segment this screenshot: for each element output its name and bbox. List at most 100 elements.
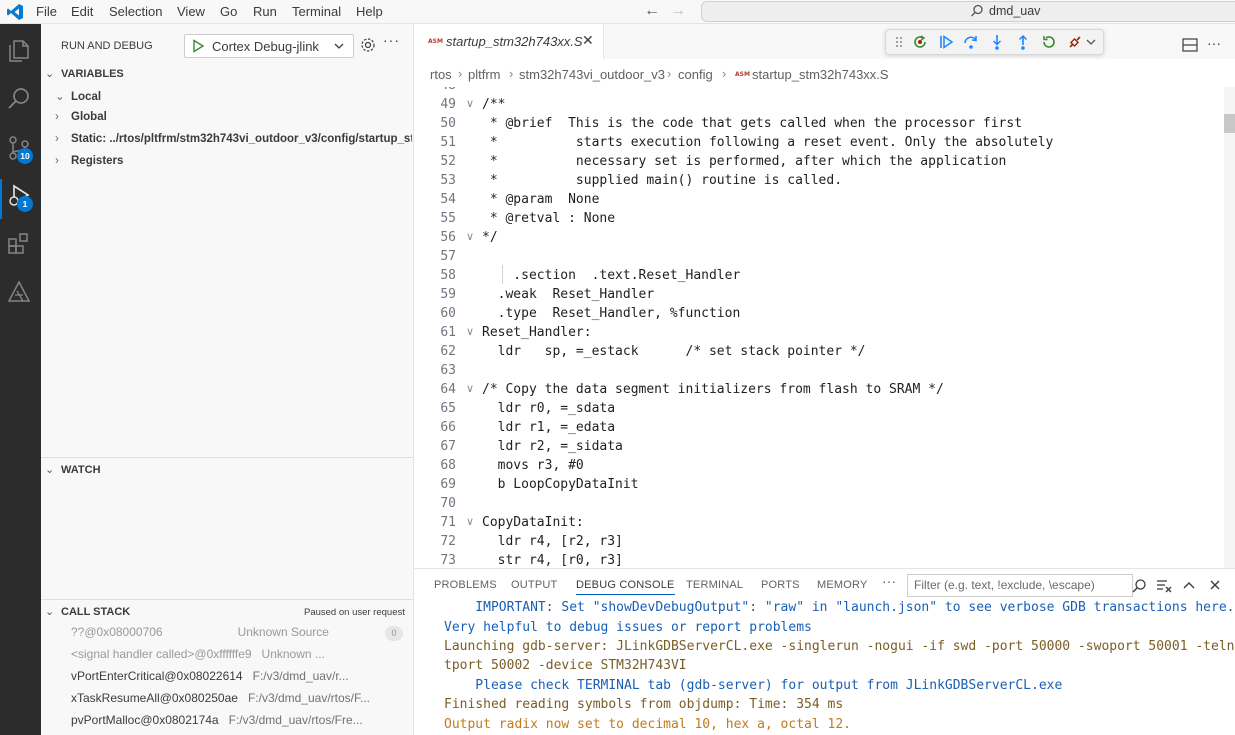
code-line[interactable]: 63 bbox=[414, 363, 1235, 382]
fold-chevron-icon[interactable]: ∨ bbox=[466, 382, 474, 395]
variables-scope-global[interactable]: › Global bbox=[55, 111, 107, 123]
more-actions-icon[interactable]: ··· bbox=[1207, 35, 1221, 51]
search-icon[interactable] bbox=[5, 85, 33, 113]
fold-chevron-icon[interactable]: ∨ bbox=[466, 325, 474, 338]
menu-edit[interactable]: Edit bbox=[71, 4, 93, 19]
code-line[interactable]: 50 * @brief This is the code that gets c… bbox=[414, 116, 1235, 135]
code-line[interactable]: 68 movs r3, #0 bbox=[414, 458, 1235, 477]
code-line[interactable]: 60 .type Reset_Handler, %function bbox=[414, 306, 1235, 325]
scrollbar-thumb[interactable] bbox=[1224, 114, 1235, 133]
tab-ports[interactable]: PORTS bbox=[761, 579, 800, 591]
watch-section-header[interactable]: ⌄ WATCH bbox=[45, 463, 101, 476]
title-bar: File Edit Selection View Go Run Terminal… bbox=[0, 0, 1235, 24]
more-tabs-icon[interactable]: ··· bbox=[882, 573, 896, 589]
menu-view[interactable]: View bbox=[177, 4, 205, 19]
command-center-search[interactable]: dmd_uav bbox=[701, 1, 1235, 22]
code-line[interactable]: 57 bbox=[414, 249, 1235, 268]
code-line[interactable]: 48 bbox=[414, 87, 1235, 97]
editor-tab-startup[interactable]: ASM startup_stm32h743xx.S ✕ bbox=[414, 24, 604, 59]
step-out-icon[interactable] bbox=[1015, 34, 1031, 50]
stack-frame[interactable]: pvPortMalloc@0x0802174a F:/v3/dmd_uav/rto… bbox=[71, 713, 411, 727]
code-line[interactable]: 54 * @param None bbox=[414, 192, 1235, 211]
extensions-icon[interactable] bbox=[5, 230, 33, 258]
variables-scope-local[interactable]: ⌄ Local bbox=[55, 89, 101, 103]
close-icon[interactable]: ✕ bbox=[582, 32, 594, 49]
menu-help[interactable]: Help bbox=[356, 4, 383, 19]
fold-chevron-icon[interactable]: ∨ bbox=[466, 230, 474, 243]
fold-chevron-icon[interactable]: ∨ bbox=[466, 515, 474, 528]
debug-configuration-select[interactable]: Cortex Debug-jlink bbox=[184, 34, 354, 58]
start-debugging-icon[interactable] bbox=[191, 39, 205, 53]
menu-selection[interactable]: Selection bbox=[109, 4, 162, 19]
code-line[interactable]: 55 * @retval : None bbox=[414, 211, 1235, 230]
drag-handle-icon[interactable] bbox=[894, 34, 904, 50]
clear-console-icon[interactable] bbox=[1156, 578, 1172, 594]
code-line[interactable]: 58 .section .text.Reset_Handler bbox=[414, 268, 1235, 287]
breadcrumb-item[interactable]: pltfrm bbox=[468, 67, 501, 82]
variables-scope-registers[interactable]: › Registers bbox=[55, 155, 123, 167]
breadcrumb-item[interactable]: config bbox=[678, 67, 713, 82]
menu-go[interactable]: Go bbox=[220, 4, 237, 19]
restart-icon[interactable] bbox=[1041, 34, 1057, 50]
code-line[interactable]: 72 ldr r4, [r2, r3] bbox=[414, 534, 1235, 553]
fold-chevron-icon[interactable]: ∨ bbox=[466, 97, 474, 110]
forward-arrow-icon[interactable]: → bbox=[670, 2, 686, 20]
code-line[interactable]: 52 * necessary set is performed, after w… bbox=[414, 154, 1235, 173]
code-line[interactable]: 59 .weak Reset_Handler bbox=[414, 287, 1235, 306]
code-line[interactable]: 62 ldr sp, =_estack /* set stack pointer… bbox=[414, 344, 1235, 363]
tab-problems[interactable]: PROBLEMS bbox=[434, 579, 497, 591]
code-line[interactable]: 70 bbox=[414, 496, 1235, 515]
more-actions-icon[interactable]: ··· bbox=[383, 32, 400, 48]
maximize-panel-icon[interactable] bbox=[1182, 578, 1196, 592]
step-into-icon[interactable] bbox=[989, 34, 1005, 50]
tab-debug-console[interactable]: DEBUG CONSOLE bbox=[576, 579, 675, 595]
split-editor-icon[interactable] bbox=[1182, 38, 1198, 52]
menu-file[interactable]: File bbox=[36, 4, 57, 19]
code-line[interactable]: 67 ldr r2, =_sidata bbox=[414, 439, 1235, 458]
chevron-down-icon[interactable] bbox=[1086, 34, 1096, 50]
close-icon[interactable] bbox=[1208, 578, 1222, 592]
asm-file-icon: ASM bbox=[428, 38, 443, 45]
code-line[interactable]: 66 ldr r1, =_edata bbox=[414, 420, 1235, 439]
search-icon[interactable] bbox=[1131, 578, 1147, 594]
menu-terminal[interactable]: Terminal bbox=[292, 4, 341, 19]
disconnect-icon[interactable] bbox=[1067, 34, 1083, 50]
reset-device-icon[interactable] bbox=[912, 34, 928, 50]
tools-icon[interactable] bbox=[5, 278, 33, 306]
stack-frame[interactable]: <signal handler called>@0xffffffe9 Unknow… bbox=[71, 647, 411, 661]
step-over-icon[interactable] bbox=[963, 34, 979, 50]
tab-terminal[interactable]: TERMINAL bbox=[686, 579, 743, 591]
continue-icon[interactable] bbox=[938, 34, 954, 50]
console-filter-field[interactable] bbox=[907, 574, 1134, 597]
explorer-icon[interactable] bbox=[5, 36, 33, 64]
code-line[interactable]: 49 ∨ /** bbox=[414, 97, 1235, 116]
stack-frame[interactable]: ??@0x08000706 Unknown Source bbox=[71, 625, 411, 639]
editor-scrollbar[interactable] bbox=[1224, 87, 1235, 568]
stack-frame[interactable]: vPortEnterCritical@0x08022614 F:/v3/dmd_u… bbox=[71, 669, 411, 683]
code-line[interactable]: 65 ldr r0, =_sdata bbox=[414, 401, 1235, 420]
code-line[interactable]: 51 * starts execution following a reset … bbox=[414, 135, 1235, 154]
breadcrumb-item[interactable]: startup_stm32h743xx.S bbox=[752, 67, 889, 82]
code-line[interactable]: 71 ∨ CopyDataInit: bbox=[414, 515, 1235, 534]
code-line[interactable]: 73 str r4, [r0, r3] bbox=[414, 553, 1235, 568]
callstack-section-header[interactable]: ⌄ CALL STACK bbox=[45, 605, 130, 618]
menu-run[interactable]: Run bbox=[253, 4, 277, 19]
code-line[interactable]: 61 ∨ Reset_Handler: bbox=[414, 325, 1235, 344]
breadcrumb-item[interactable]: rtos bbox=[430, 67, 452, 82]
tab-output[interactable]: OUTPUT bbox=[511, 579, 557, 591]
variables-scope-static[interactable]: › Static: ../rtos/pltfrm/stm32h743vi_outd… bbox=[55, 133, 412, 145]
variables-section-header[interactable]: ⌄ VARIABLES bbox=[45, 67, 124, 80]
debug-console-output[interactable]: IMPORTANT: Set "showDevDebugOutput": "ra… bbox=[414, 599, 1235, 735]
code-line[interactable]: 56 ∨ */ bbox=[414, 230, 1235, 249]
breadcrumb-item[interactable]: stm32h743vi_outdoor_v3 bbox=[519, 67, 665, 82]
back-arrow-icon[interactable]: ← bbox=[644, 2, 660, 20]
code-line[interactable]: 69 b LoopCopyDataInit bbox=[414, 477, 1235, 496]
code-line[interactable]: 53 * supplied main() routine is called. bbox=[414, 173, 1235, 192]
gear-icon[interactable] bbox=[360, 37, 376, 53]
code-line[interactable]: 64 ∨ /* Copy the data segment initializers… bbox=[414, 382, 1235, 401]
tab-memory[interactable]: MEMORY bbox=[817, 579, 868, 591]
line-number: 48 bbox=[414, 87, 456, 93]
code-editor[interactable]: 48 49 ∨ /** 50 * @brief This is the code tha… bbox=[414, 87, 1235, 568]
stack-frame[interactable]: xTaskResumeAll@0x080250ae F:/v3/dmd_uav/r… bbox=[71, 691, 411, 705]
console-filter-input[interactable] bbox=[914, 575, 1134, 595]
